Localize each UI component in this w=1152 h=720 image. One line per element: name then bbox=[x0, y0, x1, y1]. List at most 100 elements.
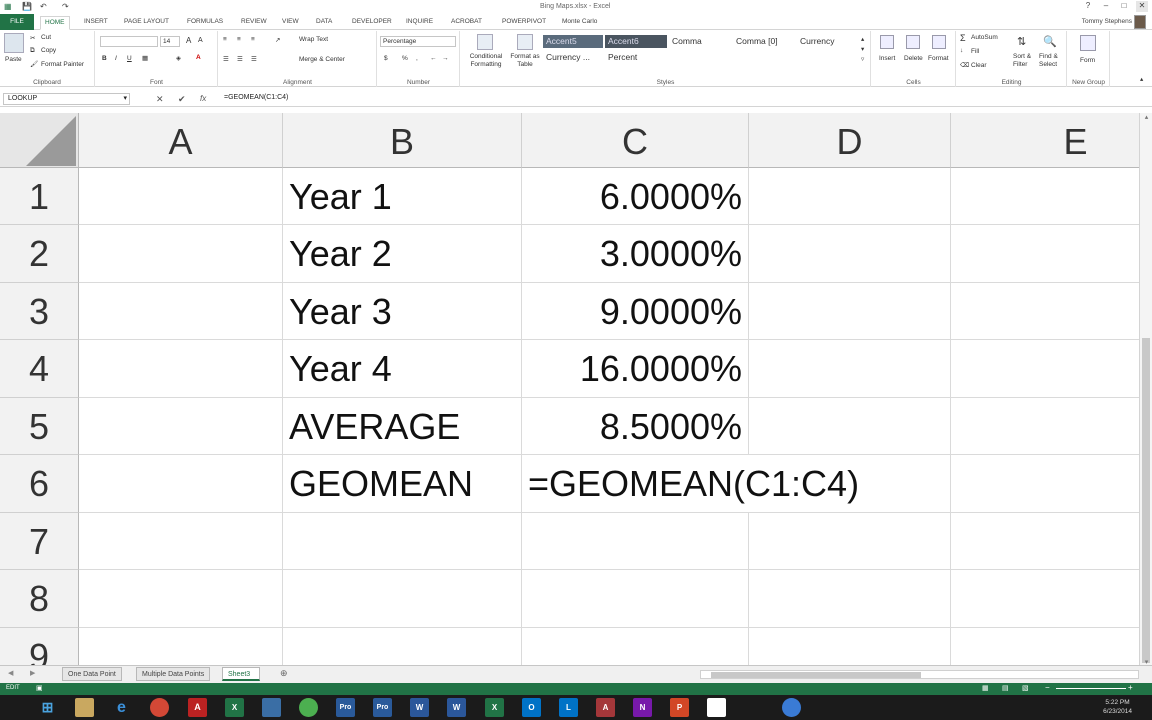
cell-e8[interactable] bbox=[951, 570, 1139, 628]
tab-review[interactable]: REVIEW bbox=[237, 16, 271, 30]
tab-insert[interactable]: INSERT bbox=[80, 16, 112, 30]
enter-formula-button[interactable]: ✔ bbox=[178, 93, 186, 105]
cell-e9[interactable] bbox=[951, 628, 1139, 665]
tab-acrobat[interactable]: ACROBAT bbox=[447, 16, 486, 30]
style-currency-0[interactable]: Currency ... bbox=[543, 51, 603, 64]
sheet-tab-multiple-data-points[interactable]: Multiple Data Points bbox=[136, 667, 211, 681]
scroll-up-icon[interactable]: ▴ bbox=[1140, 113, 1152, 121]
next-sheet-icon[interactable]: ▶ bbox=[30, 669, 35, 677]
sheet-tab-sheet3[interactable]: Sheet3 bbox=[222, 667, 260, 681]
pro-13-icon[interactable]: Pro bbox=[336, 698, 355, 717]
column-header-c[interactable]: C bbox=[522, 113, 749, 168]
cell-e4[interactable] bbox=[951, 340, 1139, 398]
insert-cells-button[interactable]: Insert bbox=[879, 55, 895, 62]
shrink-font-button[interactable]: A bbox=[198, 37, 203, 44]
form-button[interactable]: Form bbox=[1080, 57, 1095, 64]
insert-cells-icon[interactable] bbox=[880, 35, 894, 49]
clear-icon[interactable]: ⌫ bbox=[960, 61, 969, 69]
vertical-scrollbar[interactable]: ▴ ▾ bbox=[1139, 113, 1152, 666]
copy-button[interactable]: Copy bbox=[41, 47, 56, 54]
cell-a8[interactable] bbox=[79, 570, 283, 628]
wrap-text-button[interactable]: Wrap Text bbox=[299, 36, 328, 43]
cell-a7[interactable] bbox=[79, 513, 283, 570]
borders-icon[interactable]: ▦ bbox=[142, 54, 148, 62]
cell-b5[interactable]: AVERAGE bbox=[283, 398, 522, 455]
cell-d5[interactable] bbox=[749, 398, 951, 455]
fill-icon[interactable]: ↓ bbox=[960, 47, 963, 54]
font-name-select[interactable] bbox=[100, 36, 158, 47]
delete-cells-icon[interactable] bbox=[906, 35, 920, 49]
cell-b6[interactable]: GEOMEAN bbox=[283, 455, 522, 513]
select-all-button[interactable] bbox=[0, 113, 79, 168]
tab-data[interactable]: DATA bbox=[312, 16, 336, 30]
cell-b3[interactable]: Year 3 bbox=[283, 283, 522, 340]
tab-home[interactable]: HOME bbox=[40, 16, 70, 30]
align-right-icon[interactable]: ☰ bbox=[251, 55, 257, 63]
align-middle-icon[interactable]: ≡ bbox=[237, 36, 241, 43]
internet-explorer-icon[interactable]: e bbox=[112, 698, 131, 717]
decrease-decimal-icon[interactable]: → bbox=[442, 55, 449, 62]
onenote-icon[interactable]: N bbox=[633, 698, 652, 717]
italic-button[interactable]: I bbox=[115, 55, 117, 62]
cut-icon[interactable]: ✂ bbox=[30, 34, 35, 42]
delete-cells-button[interactable]: Delete bbox=[904, 55, 923, 62]
cell-e3[interactable] bbox=[951, 283, 1139, 340]
align-left-icon[interactable]: ☰ bbox=[223, 55, 229, 63]
row-header-4[interactable]: 4 bbox=[0, 340, 79, 398]
redo-icon[interactable]: ↷ bbox=[62, 2, 69, 11]
format-as-table-icon[interactable] bbox=[517, 34, 533, 50]
cell-c5[interactable]: 8.5000% bbox=[522, 398, 749, 455]
zoom-slider[interactable] bbox=[1056, 688, 1126, 689]
formula-input[interactable]: =GEOMEAN(C1:C4) bbox=[222, 93, 1146, 105]
pro-12-icon[interactable]: Pro bbox=[373, 698, 392, 717]
cell-c2[interactable]: 3.0000% bbox=[522, 225, 749, 283]
tab-developer[interactable]: DEVELOPER bbox=[348, 16, 396, 30]
sort-filter-icon[interactable]: ⇅ bbox=[1017, 35, 1026, 48]
cell-a5[interactable] bbox=[79, 398, 283, 455]
row-header-7[interactable]: 7 bbox=[0, 513, 79, 570]
autosum-icon[interactable]: Σ bbox=[960, 33, 966, 43]
form-icon[interactable] bbox=[1080, 35, 1096, 51]
cell-a6[interactable] bbox=[79, 455, 283, 513]
find-select-button[interactable]: Find & Select bbox=[1039, 53, 1065, 69]
paste-button[interactable]: Paste bbox=[5, 56, 22, 63]
style-accent5[interactable]: Accent5 bbox=[543, 35, 603, 48]
cell-d2[interactable] bbox=[749, 225, 951, 283]
cell-e5[interactable] bbox=[951, 398, 1139, 455]
restore-button[interactable]: □ bbox=[1118, 1, 1130, 12]
minimize-button[interactable]: – bbox=[1100, 1, 1112, 12]
row-header-3[interactable]: 3 bbox=[0, 283, 79, 340]
cell-a9[interactable] bbox=[79, 628, 283, 665]
bold-button[interactable]: B bbox=[102, 55, 107, 62]
cell-d1[interactable] bbox=[749, 168, 951, 225]
styles-scroll-down-icon[interactable]: ▾ bbox=[861, 45, 864, 53]
format-painter-button[interactable]: Format Painter bbox=[41, 61, 84, 68]
currency-button[interactable]: $ bbox=[384, 55, 388, 62]
tab-file[interactable]: FILE bbox=[0, 14, 34, 30]
cell-c6-editing[interactable]: =GEOMEAN(C1:C4) bbox=[522, 455, 951, 513]
chevron-down-icon[interactable]: ▾ bbox=[123, 94, 127, 104]
zoom-in-icon[interactable]: + bbox=[1128, 683, 1133, 692]
sort-filter-button[interactable]: Sort & Filter bbox=[1013, 53, 1037, 69]
cell-b7[interactable] bbox=[283, 513, 522, 570]
user-name[interactable]: Tommy Stephens bbox=[1082, 18, 1132, 25]
format-cells-button[interactable]: Format bbox=[928, 55, 949, 62]
word-icon[interactable]: W bbox=[410, 698, 429, 717]
cell-c9[interactable] bbox=[522, 628, 749, 665]
cell-e2[interactable] bbox=[951, 225, 1139, 283]
row-header-9[interactable]: 9 bbox=[0, 628, 79, 665]
row-header-6[interactable]: 6 bbox=[0, 455, 79, 513]
prev-sheet-icon[interactable]: ◀ bbox=[8, 669, 13, 677]
cell-a4[interactable] bbox=[79, 340, 283, 398]
insert-function-button[interactable]: fx bbox=[200, 93, 206, 105]
cell-e1[interactable] bbox=[951, 168, 1139, 225]
cell-c8[interactable] bbox=[522, 570, 749, 628]
increase-decimal-icon[interactable]: ← bbox=[430, 55, 437, 62]
column-header-d[interactable]: D bbox=[749, 113, 951, 168]
cell-d9[interactable] bbox=[749, 628, 951, 665]
tab-view[interactable]: VIEW bbox=[278, 16, 303, 30]
cell-b1[interactable]: Year 1 bbox=[283, 168, 522, 225]
align-bottom-icon[interactable]: ≡ bbox=[251, 36, 255, 43]
cut-button[interactable]: Cut bbox=[41, 34, 51, 41]
number-format-select[interactable]: Percentage bbox=[380, 36, 456, 47]
